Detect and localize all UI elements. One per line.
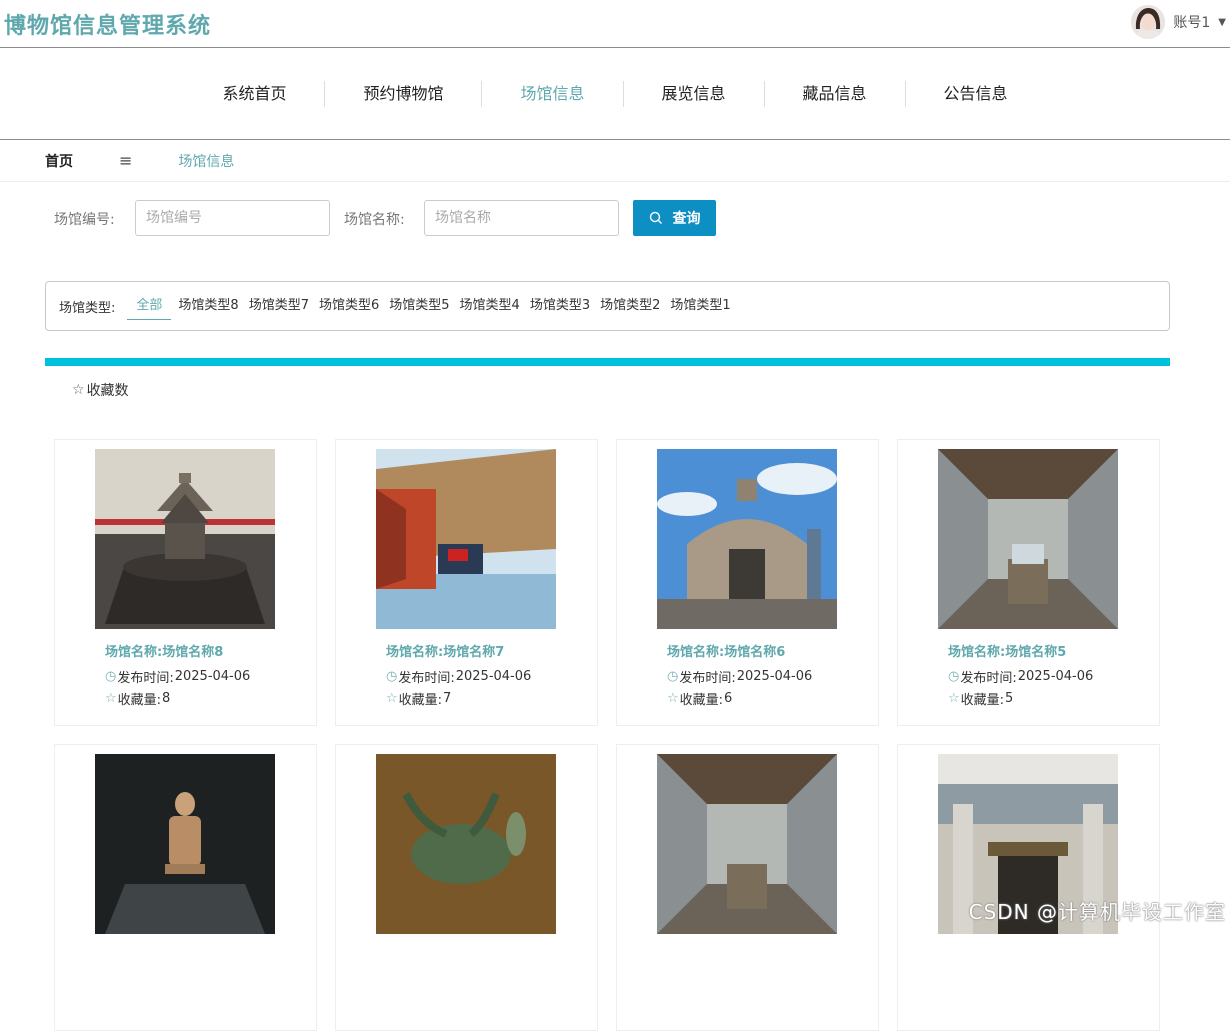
nav-exhibition[interactable]: 展览信息 — [624, 80, 765, 107]
venue-image[interactable] — [376, 449, 556, 629]
sort-label: 收藏数 — [86, 383, 129, 399]
venue-image[interactable] — [376, 754, 556, 934]
nav-notice[interactable]: 公告信息 — [906, 81, 1046, 107]
venue-favorites: ☆ 收藏量: 6 — [667, 691, 733, 708]
menu-icon: ≡ — [119, 151, 133, 170]
caret-down-icon: ▼ — [1218, 16, 1226, 28]
user-menu[interactable]: 账号1 ▼ — [1131, 4, 1226, 40]
search-button-label: 查询 — [672, 211, 701, 227]
venue-card[interactable]: 场馆名称:场馆名称5 ◷ 发布时间: 2025-04-06 ☆ 收藏量: 5 — [897, 439, 1160, 726]
venue-image[interactable] — [657, 449, 837, 629]
venue-name[interactable]: 场馆名称:场馆名称7 — [386, 641, 504, 660]
search-form: 场馆编号: 场馆名称: 查询 — [0, 200, 1230, 236]
venue-type-filter: 场馆类型: 全部 场馆类型8 场馆类型7 场馆类型6 场馆类型5 场馆类型4 场… — [45, 281, 1170, 331]
venue-name[interactable]: 场馆名称:场馆名称6 — [667, 641, 785, 660]
venue-image[interactable] — [938, 449, 1118, 629]
watermark: CSDN @计算机毕设工作室 — [968, 900, 1226, 924]
venue-favorites: ☆ 收藏量: 8 — [105, 691, 171, 708]
breadcrumb: 首页 ≡ 场馆信息 — [0, 140, 1230, 182]
venue-card[interactable]: 场馆名称:场馆名称8 ◷ 发布时间: 2025-04-06 ☆ 收藏量: 8 — [54, 439, 317, 726]
venue-image[interactable] — [95, 449, 275, 629]
nav-booking[interactable]: 预约博物馆 — [325, 80, 483, 107]
type-item-1[interactable]: 场馆类型1 — [665, 292, 735, 320]
type-item-6[interactable]: 场馆类型6 — [314, 292, 384, 320]
clock-icon: ◷ — [667, 669, 679, 684]
venue-card[interactable]: 场馆名称:场馆名称6 ◷ 发布时间: 2025-04-06 ☆ 收藏量: 6 — [616, 439, 879, 726]
type-item-7[interactable]: 场馆类型7 — [244, 292, 314, 320]
venue-card[interactable] — [897, 744, 1160, 1031]
clock-icon: ◷ — [948, 669, 960, 684]
venue-card[interactable]: 场馆名称:场馆名称7 ◷ 发布时间: 2025-04-06 ☆ 收藏量: 7 — [335, 439, 598, 726]
nav-collection[interactable]: 藏品信息 — [765, 80, 906, 107]
venue-code-input[interactable] — [135, 200, 330, 236]
nav-home[interactable]: 系统首页 — [184, 80, 326, 107]
site-title: 博物馆信息管理系统 — [4, 14, 212, 39]
star-icon: ☆ — [948, 691, 960, 706]
venue-publish-time: ◷ 发布时间: 2025-04-06 — [667, 669, 813, 686]
venue-publish-time: ◷ 发布时间: 2025-04-06 — [948, 669, 1094, 686]
star-icon: ☆ — [72, 382, 85, 398]
type-item-all[interactable]: 全部 — [127, 292, 172, 320]
nav-venue[interactable]: 场馆信息 — [482, 80, 624, 107]
type-item-3[interactable]: 场馆类型3 — [525, 292, 595, 320]
type-item-2[interactable]: 场馆类型2 — [595, 292, 665, 320]
venue-name[interactable]: 场馆名称:场馆名称8 — [105, 641, 223, 660]
sort-by-favorites[interactable]: ☆ 收藏数 — [72, 380, 129, 400]
venue-image[interactable] — [95, 754, 275, 934]
venue-name[interactable]: 场馆名称:场馆名称5 — [948, 641, 1066, 660]
username: 账号1 — [1173, 15, 1211, 31]
search-button[interactable]: 查询 — [633, 200, 716, 236]
search-icon — [649, 211, 662, 224]
venue-code-label: 场馆编号: — [54, 212, 115, 228]
venue-card[interactable] — [616, 744, 879, 1031]
avatar — [1131, 5, 1166, 39]
venue-name-input[interactable] — [424, 200, 619, 236]
top-bar: 博物馆信息管理系统 账号1 ▼ — [0, 0, 1230, 48]
venue-publish-time: ◷ 发布时间: 2025-04-06 — [105, 669, 251, 686]
venue-favorites: ☆ 收藏量: 7 — [386, 691, 452, 708]
venue-name-label: 场馆名称: — [344, 212, 405, 228]
venue-favorites: ☆ 收藏量: 5 — [948, 691, 1014, 708]
breadcrumb-home[interactable]: 首页 — [45, 151, 73, 171]
star-icon: ☆ — [105, 691, 117, 706]
clock-icon: ◷ — [386, 669, 398, 684]
venue-card[interactable] — [54, 744, 317, 1031]
main-nav: 系统首页 预约博物馆 场馆信息 展览信息 藏品信息 公告信息 — [0, 48, 1230, 140]
venue-image[interactable] — [657, 754, 837, 934]
star-icon: ☆ — [386, 691, 398, 706]
venue-card[interactable] — [335, 744, 598, 1031]
clock-icon: ◷ — [105, 669, 117, 684]
type-item-8[interactable]: 场馆类型8 — [173, 292, 243, 320]
venue-type-label: 场馆类型: — [59, 300, 116, 316]
star-icon: ☆ — [667, 691, 679, 706]
breadcrumb-current: 场馆信息 — [178, 153, 235, 170]
type-item-4[interactable]: 场馆类型4 — [455, 292, 525, 320]
accent-bar — [45, 358, 1170, 366]
type-item-5[interactable]: 场馆类型5 — [384, 292, 454, 320]
venue-publish-time: ◷ 发布时间: 2025-04-06 — [386, 669, 532, 686]
